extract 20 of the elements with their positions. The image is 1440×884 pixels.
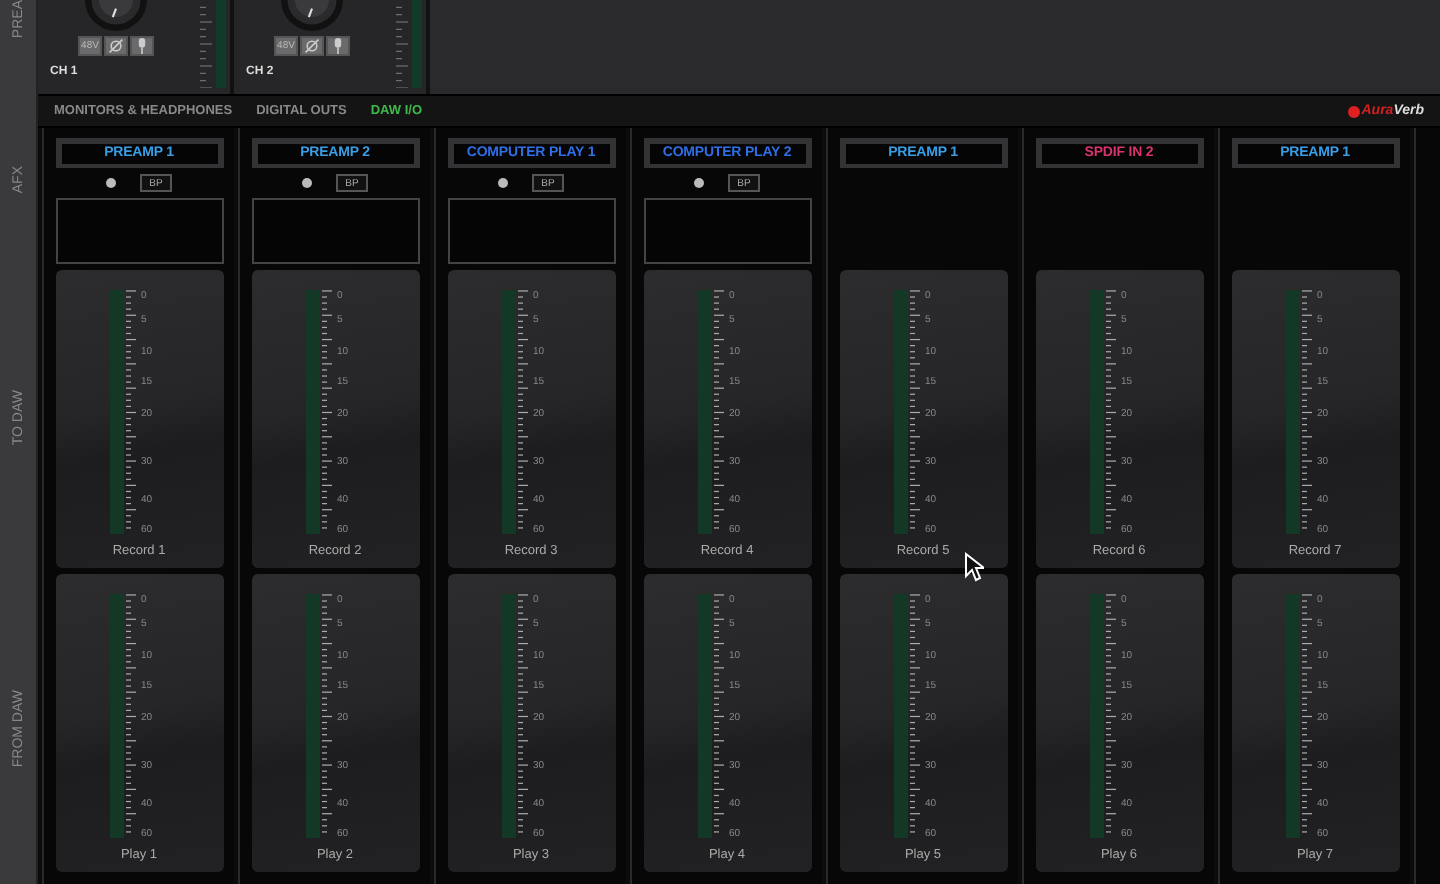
phase-icon <box>108 38 124 54</box>
microphone-icon <box>330 38 346 54</box>
effect-slot[interactable] <box>447 198 615 264</box>
channel-meter <box>394 0 422 88</box>
phase-icon <box>304 38 320 54</box>
channel-meter <box>198 0 226 88</box>
effect-slot[interactable] <box>643 198 811 264</box>
mic-button[interactable] <box>326 36 350 56</box>
status-dot-icon <box>106 178 116 188</box>
status-dot-icon <box>694 178 704 188</box>
phase-button[interactable] <box>300 36 324 56</box>
effect-slot[interactable] <box>251 198 419 264</box>
effect-slot[interactable] <box>55 198 223 264</box>
microphone-icon <box>134 38 150 54</box>
logo-icon <box>1347 105 1360 117</box>
mouse-cursor-icon <box>964 552 984 582</box>
mic-button[interactable] <box>130 36 154 56</box>
status-dot-icon <box>498 178 508 188</box>
status-dot-icon <box>302 178 312 188</box>
phase-button[interactable] <box>104 36 128 56</box>
